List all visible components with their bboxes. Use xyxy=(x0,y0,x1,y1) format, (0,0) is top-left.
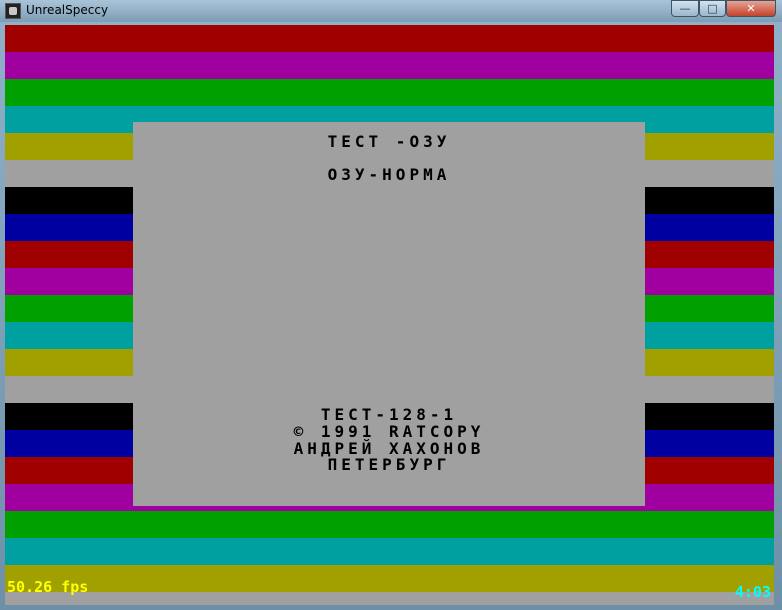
border-stripe xyxy=(5,565,774,592)
maximize-icon: □ xyxy=(707,2,718,15)
test-name-text: ТЕСТ-128-1 xyxy=(320,405,458,424)
clock-display: 4:03 xyxy=(734,583,771,601)
emulator-window: UnrealSpeccy — □ ✕ ТЕСТ -ОЗУ ОЗУ-НОРМА Т… xyxy=(0,0,782,610)
test-title-text: ТЕСТ -ОЗУ xyxy=(327,132,451,151)
maximize-button[interactable]: □ xyxy=(699,0,726,17)
border-stripe xyxy=(5,25,774,52)
emulator-screen[interactable]: ТЕСТ -ОЗУ ОЗУ-НОРМА ТЕСТ-128-1 © 1991 RA… xyxy=(5,25,774,605)
close-button[interactable]: ✕ xyxy=(726,0,776,17)
window-title: UnrealSpeccy xyxy=(26,3,109,17)
minimize-button[interactable]: — xyxy=(671,0,699,17)
fps-counter: 50.26 fps xyxy=(7,578,89,596)
border-stripe xyxy=(5,511,774,538)
copyright-text: © 1991 RATCOPY xyxy=(293,422,485,441)
border-stripe xyxy=(5,79,774,106)
ram-status-text: ОЗУ-НОРМА xyxy=(327,165,451,184)
minimize-icon: — xyxy=(679,2,691,15)
title-bar[interactable]: UnrealSpeccy — □ ✕ xyxy=(0,0,782,22)
border-stripe xyxy=(5,592,774,605)
close-icon: ✕ xyxy=(746,2,756,15)
speccy-app-icon[interactable] xyxy=(5,3,21,19)
city-text: ПЕТЕРБУРГ xyxy=(327,455,451,474)
paper-area: ТЕСТ -ОЗУ ОЗУ-НОРМА ТЕСТ-128-1 © 1991 RA… xyxy=(133,122,645,506)
border-stripe xyxy=(5,52,774,79)
border-stripe xyxy=(5,538,774,565)
